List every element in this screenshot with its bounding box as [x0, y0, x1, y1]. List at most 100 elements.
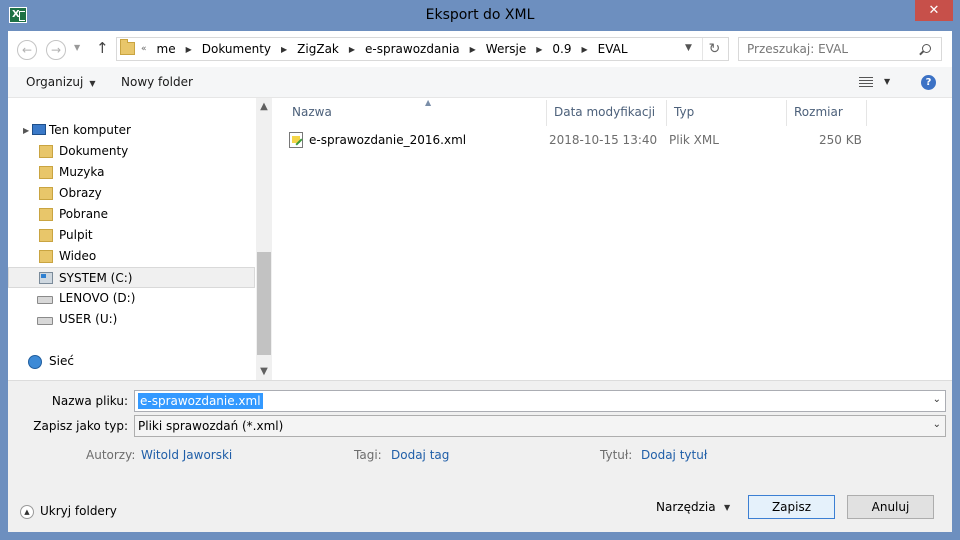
nav-label: Pobrane — [59, 207, 109, 221]
view-details-icon[interactable] — [859, 77, 873, 88]
breadcrumb-separator-icon[interactable]: ▶ — [186, 45, 192, 54]
back-button[interactable]: ← — [17, 40, 37, 60]
tree-expand-icon[interactable]: ▶ — [23, 126, 29, 135]
column-header-name[interactable]: ▲ Nazwa — [285, 98, 547, 126]
scroll-down-icon[interactable]: ▼ — [256, 363, 272, 380]
scroll-up-icon[interactable]: ▲ — [256, 98, 272, 115]
file-list[interactable]: ▲ Nazwa Data modyfikacji Typ Rozmiar e-s… — [273, 98, 952, 380]
filename-input[interactable]: e-sprawozdanie.xml — [138, 393, 263, 409]
nav-label: Wideo — [59, 249, 97, 263]
column-header-modified[interactable]: Data modyfikacji — [547, 100, 667, 126]
file-name: e-sprawozdanie_2016.xml — [309, 133, 467, 147]
column-header-type[interactable]: Typ — [667, 100, 787, 126]
nav-label: Ten komputer — [49, 123, 131, 137]
nav-item-this-pc[interactable]: ▶ Ten komputer — [8, 120, 255, 141]
nav-label: SYSTEM (C:) — [59, 271, 133, 285]
breadcrumb-item-e-sprawozdania[interactable]: e-sprawozdania — [365, 42, 460, 56]
breadcrumb-separator-icon[interactable]: ▶ — [281, 45, 287, 54]
view-options-dropdown-icon[interactable]: ▼ — [884, 77, 890, 86]
title-value[interactable]: Dodaj tytuł — [641, 448, 707, 462]
breadcrumb-item-version[interactable]: 0.9 — [552, 42, 571, 56]
navigation-pane[interactable]: ▶ Ten komputer Dokumenty Muzyka Obrazy P… — [8, 98, 272, 380]
breadcrumb-separator-icon[interactable]: ▶ — [349, 45, 355, 54]
organize-button[interactable]: Organizuj ▼ — [26, 75, 95, 89]
music-folder-icon — [39, 166, 53, 179]
documents-folder-icon — [39, 145, 53, 158]
search-icon[interactable] — [922, 44, 931, 53]
nav-item-obrazy[interactable]: Obrazy — [8, 183, 255, 204]
recent-locations-dropdown-icon[interactable]: ▼ — [74, 43, 80, 52]
scroll-thumb[interactable] — [257, 252, 271, 355]
pictures-folder-icon — [39, 187, 53, 200]
breadcrumb-item-wersje[interactable]: Wersje — [486, 42, 526, 56]
drive-icon — [37, 317, 53, 325]
close-button[interactable]: ✕ — [915, 0, 953, 21]
save-button[interactable]: Zapisz — [748, 495, 835, 519]
breadcrumb-overflow[interactable]: « — [141, 44, 147, 54]
nav-item-system-c[interactable]: SYSTEM (C:) — [8, 267, 255, 288]
breadcrumb-separator-icon[interactable]: ▶ — [581, 45, 587, 54]
nav-label: Sieć — [49, 354, 74, 368]
breadcrumb-item-me[interactable]: me — [157, 42, 176, 56]
authors-label: Autorzy: — [86, 448, 136, 462]
search-box[interactable]: Przeszukaj: EVAL — [738, 37, 942, 61]
filetype-label: Zapisz jako typ: — [33, 419, 128, 433]
nav-item-pulpit[interactable]: Pulpit — [8, 225, 255, 246]
column-header-size[interactable]: Rozmiar — [787, 100, 867, 126]
hide-folders-label: Ukryj foldery — [40, 504, 117, 518]
network-icon — [28, 355, 42, 369]
nav-item-network[interactable]: Sieć — [8, 351, 255, 372]
help-icon[interactable]: ? — [921, 75, 936, 90]
nav-item-pobrane[interactable]: Pobrane — [8, 204, 255, 225]
nav-label: Pulpit — [59, 228, 93, 242]
nav-item-dokumenty[interactable]: Dokumenty — [8, 141, 255, 162]
table-row[interactable]: e-sprawozdanie_2016.xml 2018-10-15 13:40… — [285, 130, 885, 150]
nav-item-wideo[interactable]: Wideo — [8, 246, 255, 267]
desktop-folder-icon — [39, 229, 53, 242]
breadcrumb-separator-icon[interactable]: ▶ — [470, 45, 476, 54]
file-type: Plik XML — [669, 133, 719, 147]
column-header-label: Nazwa — [292, 105, 332, 119]
breadcrumb-separator-icon[interactable]: ▶ — [536, 45, 542, 54]
folder-icon — [120, 39, 135, 55]
tags-label: Tagi: — [354, 448, 382, 462]
filetype-value: Pliki sprawozdań (*.xml) — [138, 419, 284, 433]
forward-button[interactable]: → — [46, 40, 66, 60]
command-bar: Organizuj ▼ Nowy folder ▼ ? — [8, 67, 952, 98]
dialog-client: ← → ▼ ↑ « me ▶ Dokumenty ▶ ZigZak ▶ e-sp… — [8, 31, 952, 532]
nav-scrollbar[interactable]: ▲ ▼ — [256, 98, 272, 380]
breadcrumb-item-zigzak[interactable]: ZigZak — [297, 42, 339, 56]
address-bar[interactable]: « me ▶ Dokumenty ▶ ZigZak ▶ e-sprawozdan… — [116, 37, 729, 61]
title-bar[interactable]: X Eksport do XML ✕ — [0, 0, 960, 31]
tags-value[interactable]: Dodaj tag — [391, 448, 449, 462]
nav-item-user-u[interactable]: USER (U:) — [8, 309, 255, 330]
nav-item-lenovo-d[interactable]: LENOVO (D:) — [8, 288, 255, 309]
window-title: Eksport do XML — [425, 7, 535, 23]
chevron-down-icon[interactable]: ▼ — [724, 503, 730, 512]
sort-ascending-icon: ▲ — [425, 98, 432, 107]
file-modified: 2018-10-15 13:40 — [549, 133, 658, 147]
cancel-button[interactable]: Anuluj — [847, 495, 934, 519]
filetype-select[interactable]: Pliki sprawozdań (*.xml) ⌄ — [134, 415, 946, 437]
breadcrumb-item-dokumenty[interactable]: Dokumenty — [202, 42, 271, 56]
breadcrumb-item-eval[interactable]: EVAL — [598, 42, 628, 56]
authors-value[interactable]: Witold Jaworski — [141, 448, 232, 462]
refresh-button[interactable]: ↻ — [702, 38, 726, 60]
organize-label: Organizuj — [26, 75, 84, 89]
address-history-chevron-icon[interactable]: ▼ — [685, 43, 692, 53]
up-button[interactable]: ↑ — [96, 39, 109, 57]
column-header-label: Typ — [674, 105, 695, 119]
chevron-down-icon[interactable]: ⌄ — [933, 394, 941, 405]
filename-combo[interactable]: e-sprawozdanie.xml ⌄ — [134, 390, 946, 412]
system-drive-icon — [39, 272, 53, 284]
nav-item-muzyka[interactable]: Muzyka — [8, 162, 255, 183]
computer-icon — [32, 124, 46, 135]
search-input[interactable]: Przeszukaj: EVAL — [747, 42, 848, 56]
downloads-folder-icon — [39, 208, 53, 221]
xml-file-icon — [289, 132, 303, 148]
chevron-down-icon[interactable]: ⌄ — [933, 419, 941, 430]
tools-button[interactable]: Narzędzia — [656, 500, 716, 514]
hide-folders-button[interactable]: ▲ Ukryj foldery — [20, 504, 117, 519]
drive-icon — [37, 296, 53, 304]
new-folder-button[interactable]: Nowy folder — [121, 75, 193, 89]
